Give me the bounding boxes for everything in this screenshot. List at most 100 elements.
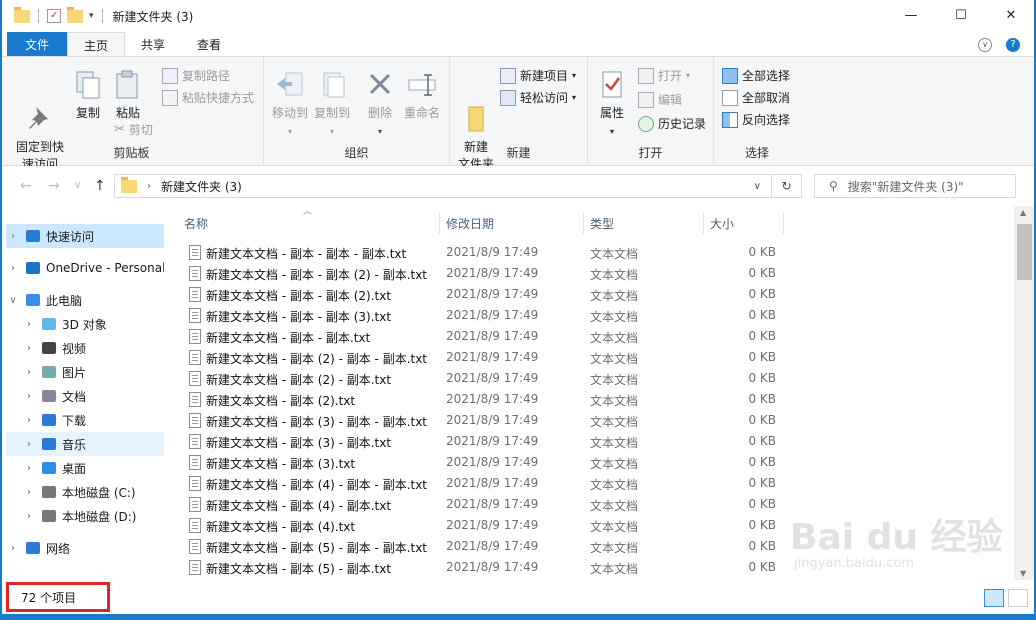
nav-item[interactable]: › OneDrive - Personal	[6, 256, 164, 280]
tab-view[interactable]: 查看	[181, 32, 237, 57]
chevron-right-icon[interactable]: ›	[22, 415, 36, 426]
file-row[interactable]: 新建文本文档 - 副本 (2).txt 2021/8/9 17:49 文本文档 0 K…	[186, 389, 946, 410]
chevron-right-icon[interactable]: ›	[6, 231, 20, 242]
details-view-icon[interactable]	[984, 589, 1004, 607]
paste-button[interactable]: 粘贴	[110, 69, 146, 122]
vertical-scrollbar[interactable]: ▲ ▼	[1014, 206, 1036, 580]
file-name: 新建文本文档 - 副本 (5) - 副本.txt	[206, 562, 392, 576]
file-row[interactable]: 新建文本文档 - 副本 (2) - 副本.txt 2021/8/9 17:49 文本…	[186, 368, 946, 389]
file-type: 文本文档	[590, 436, 639, 450]
file-date: 2021/8/9 17:49	[446, 266, 539, 280]
nav-item[interactable]: › 音乐	[6, 432, 164, 456]
new-item-button[interactable]: 新建项目 ▾	[500, 67, 576, 84]
file-name: 新建文本文档 - 副本 - 副本 - 副本.txt	[206, 247, 407, 261]
file-row[interactable]: 新建文本文档 - 副本 - 副本 - 副本.txt 2021/8/9 17:49 文…	[186, 242, 946, 263]
easy-access-button[interactable]: 轻松访问 ▾	[500, 89, 576, 106]
select-all-button[interactable]: 全部选择	[722, 67, 790, 84]
file-row[interactable]: 新建文本文档 - 副本 - 副本 (2).txt 2021/8/9 17:49 文本…	[186, 284, 946, 305]
properties-button[interactable]: 属性 ▾	[592, 69, 632, 140]
forward-arrow-icon[interactable]: →	[48, 178, 60, 194]
file-type: 文本文档	[590, 457, 639, 471]
file-type: 文本文档	[590, 289, 639, 303]
nav-item[interactable]: › 图片	[6, 360, 164, 384]
copy-path-button[interactable]: 复制路径	[162, 67, 230, 84]
search-input[interactable]: ⚲ 搜索"新建文件夹 (3)"	[814, 174, 1016, 198]
delete-button[interactable]: 删除 ▾	[360, 69, 400, 140]
search-icon: ⚲	[829, 179, 838, 193]
copy-to-button[interactable]: 复制到 ▾	[310, 69, 354, 140]
text-file-icon	[189, 350, 201, 365]
invert-selection-button[interactable]: 反向选择	[722, 111, 790, 128]
file-row[interactable]: 新建文本文档 - 副本 - 副本 (3).txt 2021/8/9 17:49 文本…	[186, 305, 946, 326]
file-row[interactable]: 新建文本文档 - 副本 (3) - 副本.txt 2021/8/9 17:49 文本…	[186, 431, 946, 452]
breadcrumb[interactable]: 新建文件夹 (3)	[161, 178, 242, 195]
chevron-right-icon[interactable]: ›	[6, 263, 20, 274]
move-to-button[interactable]: 移动到 ▾	[268, 69, 312, 140]
nav-item[interactable]: › 网络	[6, 536, 164, 560]
nav-item[interactable]: › 3D 对象	[6, 312, 164, 336]
cut-button[interactable]: ✂ 剪切	[114, 121, 153, 138]
nav-item[interactable]: › 本地磁盘 (C:)	[6, 480, 164, 504]
chevron-down-icon[interactable]: ▾	[89, 11, 94, 21]
chevron-right-icon[interactable]: ›	[22, 367, 36, 378]
nav-item[interactable]: › 快速访问	[6, 224, 164, 248]
file-row[interactable]: 新建文本文档 - 副本 (3).txt 2021/8/9 17:49 文本文档 0 K…	[186, 452, 946, 473]
new-folder-icon[interactable]	[67, 6, 83, 23]
rename-button[interactable]: 重命名	[400, 69, 444, 122]
copy-button[interactable]: 复制	[70, 69, 106, 122]
nav-item-label: 下载	[62, 413, 87, 428]
maximize-button[interactable]: ☐	[936, 0, 986, 30]
column-header-name[interactable]: 名称	[178, 212, 440, 234]
chevron-right-icon[interactable]: ›	[22, 487, 36, 498]
column-header-size[interactable]: 大小	[704, 212, 784, 234]
chevron-right-icon[interactable]: ›	[22, 463, 36, 474]
scrollbar-thumb[interactable]	[1017, 224, 1032, 280]
address-dropdown-icon[interactable]: ∨	[754, 181, 761, 192]
tab-home[interactable]: 主页	[67, 32, 126, 57]
file-row[interactable]: 新建文本文档 - 副本 - 副本 (2) - 副本.txt 2021/8/9 17…	[186, 263, 946, 284]
tab-file[interactable]: 文件	[7, 32, 68, 57]
file-row[interactable]: 新建文本文档 - 副本 (4) - 副本 - 副本.txt 2021/8/9 17…	[186, 473, 946, 494]
scroll-down-icon[interactable]: ▼	[1020, 569, 1026, 578]
history-button[interactable]: 历史记录	[638, 115, 706, 132]
recent-chevron-icon[interactable]: ∨	[74, 180, 81, 191]
close-button[interactable]: ✕	[986, 0, 1036, 30]
open-button[interactable]: 打开 ▾	[638, 67, 690, 84]
chevron-right-icon[interactable]: ›	[22, 511, 36, 522]
edit-button[interactable]: 编辑	[638, 91, 682, 108]
column-header-type[interactable]: 类型	[584, 212, 704, 234]
chevron-down-icon[interactable]: ∨	[6, 295, 20, 306]
nav-item[interactable]: › 桌面	[6, 456, 164, 480]
nav-item[interactable]: › 本地磁盘 (D:)	[6, 504, 164, 528]
nav-item[interactable]: › 文档	[6, 384, 164, 408]
column-header-date[interactable]: 修改日期	[440, 212, 584, 234]
address-bar[interactable]: › 新建文件夹 (3) ∨	[114, 174, 772, 198]
large-icons-view-icon[interactable]	[1008, 589, 1028, 607]
nav-item-label: 本地磁盘 (C:)	[62, 485, 136, 500]
chevron-right-icon[interactable]: ›	[6, 543, 20, 554]
nav-item[interactable]: ∨ 此电脑	[6, 288, 164, 312]
nav-item-label: 文档	[62, 389, 87, 404]
up-arrow-icon[interactable]: ↑	[94, 178, 106, 194]
file-row[interactable]: 新建文本文档 - 副本 (3) - 副本 - 副本.txt 2021/8/9 17…	[186, 410, 946, 431]
tab-share[interactable]: 共享	[125, 32, 181, 57]
select-none-button[interactable]: 全部取消	[722, 89, 790, 106]
file-type: 文本文档	[590, 415, 639, 429]
chevron-right-icon[interactable]: ›	[22, 343, 36, 354]
back-arrow-icon[interactable]: ←	[20, 178, 32, 194]
paste-shortcut-button[interactable]: 粘贴快捷方式	[162, 89, 254, 106]
chevron-right-icon[interactable]: ›	[22, 439, 36, 450]
chevron-right-icon[interactable]: ›	[22, 391, 36, 402]
collapse-ribbon-icon[interactable]: ∨	[978, 37, 992, 52]
refresh-button[interactable]: ↻	[772, 174, 802, 198]
properties-icon[interactable]: ✓	[47, 9, 61, 23]
nav-item[interactable]: › 视频	[6, 336, 164, 360]
minimize-button[interactable]: —	[886, 0, 936, 30]
help-icon[interactable]: ?	[1006, 37, 1020, 52]
file-row[interactable]: 新建文本文档 - 副本 (2) - 副本 - 副本.txt 2021/8/9 17…	[186, 347, 946, 368]
chevron-right-icon[interactable]: ›	[22, 319, 36, 330]
file-row[interactable]: 新建文本文档 - 副本 - 副本.txt 2021/8/9 17:49 文本文档 0 …	[186, 326, 946, 347]
scroll-up-icon[interactable]: ▲	[1020, 208, 1026, 217]
refresh-icon: ↻	[781, 179, 792, 193]
nav-item[interactable]: › 下载	[6, 408, 164, 432]
